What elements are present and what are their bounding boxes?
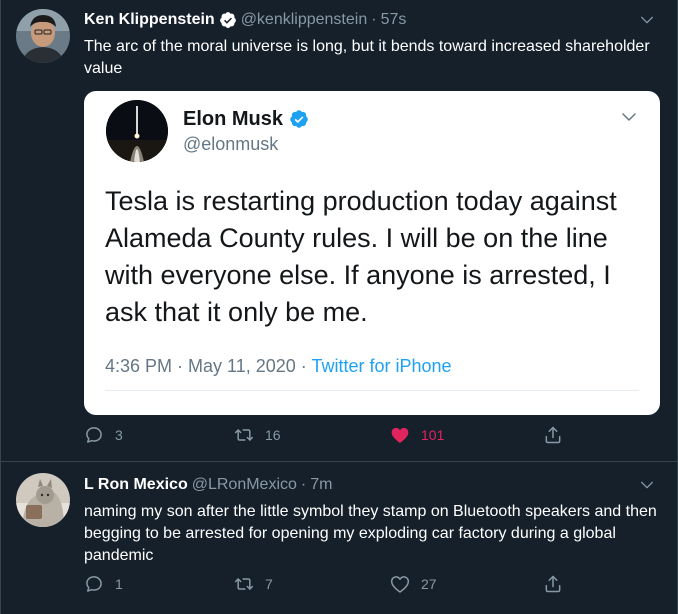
avatar[interactable] [106, 100, 168, 162]
like-button[interactable]: 27 [390, 574, 437, 594]
reply-button[interactable]: 1 [84, 574, 123, 594]
source-link[interactable]: Twitter for iPhone [311, 356, 451, 376]
chevron-down-icon[interactable] [639, 477, 655, 493]
tweet-text: The arc of the moral universe is long, b… [84, 38, 650, 77]
timestamp[interactable]: 4:36 PM · May 11, 2020 [105, 356, 296, 376]
tweet-text: naming my son after the little symbol th… [84, 503, 657, 564]
timestamp[interactable]: 57s [381, 10, 407, 30]
retweet-button[interactable]: 16 [234, 425, 281, 445]
reply-icon [86, 576, 102, 592]
retweet-icon [234, 429, 254, 441]
tweet[interactable]: L Ron Mexico @LRonMexico · 7m naming my … [1, 462, 677, 614]
retweet-count: 16 [265, 427, 281, 443]
tweet[interactable]: Ken Klippenstein @kenklippenstein · 57s … [1, 0, 677, 462]
share-icon [545, 426, 561, 444]
tweet-header: Ken Klippenstein @kenklippenstein · 57s [84, 10, 406, 30]
quoted-tweet-header: Elon Musk [183, 107, 309, 131]
retweet-icon [234, 578, 254, 590]
retweet-button[interactable]: 7 [234, 574, 273, 594]
chevron-down-icon[interactable] [620, 108, 638, 126]
avatar[interactable] [16, 473, 70, 527]
timestamp[interactable]: 7m [310, 475, 332, 495]
like-count: 27 [421, 576, 437, 592]
display-name[interactable]: Ken Klippenstein [84, 10, 215, 30]
handle[interactable]: @LRonMexico [192, 475, 297, 495]
action-bar: 1 7 27 [1, 574, 677, 598]
display-name[interactable]: Elon Musk [183, 107, 283, 131]
quoted-tweet[interactable]: Elon Musk @elonmusk Tesla is restarting … [84, 91, 660, 415]
heart-icon [390, 576, 410, 593]
action-bar: 3 16 101 [1, 425, 677, 449]
reply-count: 1 [115, 576, 123, 592]
separator: · [300, 356, 307, 376]
retweet-count: 7 [265, 576, 273, 592]
avatar[interactable] [16, 9, 70, 63]
separator: · [300, 476, 307, 493]
handle[interactable]: @kenklippenstein [241, 10, 368, 30]
heart-icon [391, 427, 409, 443]
verified-badge-icon [290, 110, 308, 128]
share-icon [545, 575, 561, 593]
reply-button[interactable]: 3 [84, 425, 123, 445]
reply-count: 3 [115, 427, 123, 443]
tweet-header: L Ron Mexico @LRonMexico · 7m [84, 475, 332, 495]
like-button[interactable]: 101 [390, 425, 444, 445]
quoted-tweet-text: Tesla is restarting production today aga… [105, 186, 617, 327]
reply-icon [86, 427, 102, 443]
share-button[interactable] [543, 574, 563, 594]
quoted-tweet-meta: 4:36 PM · May 11, 2020 · Twitter for iPh… [105, 355, 452, 377]
chevron-down-icon[interactable] [639, 12, 655, 28]
like-count: 101 [421, 427, 445, 443]
verified-badge-icon [219, 12, 236, 28]
timeline: Ken Klippenstein @kenklippenstein · 57s … [0, 0, 678, 614]
handle[interactable]: @elonmusk [183, 133, 278, 155]
divider [105, 390, 639, 391]
share-button[interactable] [543, 425, 563, 445]
separator: · [371, 11, 377, 28]
display-name[interactable]: L Ron Mexico [84, 475, 188, 495]
